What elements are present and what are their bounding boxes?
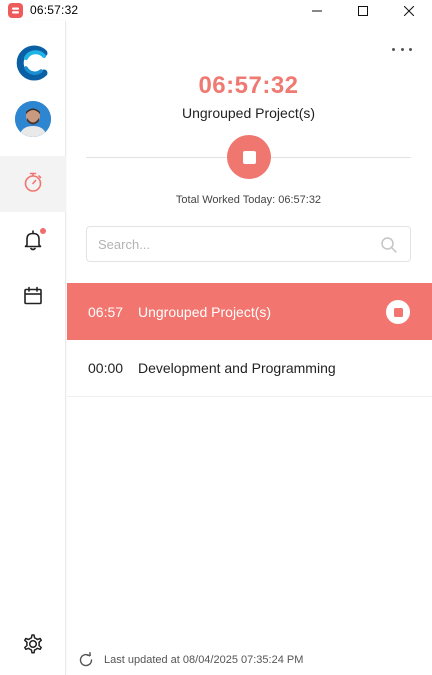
c-logo[interactable]	[14, 44, 52, 82]
footer: Last updated at 08/04/2025 07:35:24 PM	[78, 651, 303, 669]
current-project-name: Ungrouped Project(s)	[181, 105, 316, 121]
stop-timer-button[interactable]	[227, 135, 271, 179]
maximize-button[interactable]	[340, 0, 386, 21]
project-name: Ungrouped Project(s)	[138, 303, 272, 320]
refresh-icon[interactable]	[78, 651, 94, 668]
user-avatar[interactable]	[15, 101, 51, 137]
app-icon	[8, 3, 23, 18]
settings-button[interactable]	[19, 632, 47, 660]
project-row-active[interactable]: 06:57 Ungrouped Project(s)	[67, 283, 432, 340]
more-dots-icon	[392, 47, 395, 51]
calendar-icon	[23, 286, 43, 311]
project-time: 06:57	[88, 303, 124, 320]
sidebar-item-timer[interactable]	[0, 156, 66, 212]
minimize-button[interactable]	[294, 0, 340, 21]
project-row[interactable]: 00:00 Development and Programming	[67, 340, 432, 397]
sidebar-item-notifications[interactable]	[0, 214, 66, 270]
search-box	[86, 226, 411, 262]
project-time: 00:00	[88, 360, 124, 376]
close-button[interactable]	[386, 0, 432, 21]
window-title: 06:57:32	[30, 3, 79, 17]
gear-icon	[20, 631, 46, 662]
sidebar	[0, 21, 66, 675]
project-stop-button[interactable]	[386, 300, 410, 324]
last-updated-text: Last updated at 08/04/2025 07:35:24 PM	[104, 654, 304, 666]
total-worked-today: Total Worked Today: 06:57:32	[175, 194, 322, 206]
stop-icon	[242, 150, 256, 164]
project-name: Development and Programming	[138, 360, 336, 376]
sidebar-item-calendar[interactable]	[0, 270, 66, 326]
more-options-button[interactable]	[392, 43, 412, 55]
main-panel: 06:57:32 Ungrouped Project(s) Total Work…	[67, 21, 432, 675]
search-icon[interactable]	[380, 236, 398, 254]
elapsed-timer: 06:57:32	[198, 72, 299, 99]
search-input[interactable]	[98, 227, 368, 261]
stopwatch-icon	[22, 171, 44, 198]
title-bar: 06:57:32	[0, 0, 432, 21]
notification-badge	[40, 228, 46, 234]
stop-icon	[393, 307, 403, 317]
